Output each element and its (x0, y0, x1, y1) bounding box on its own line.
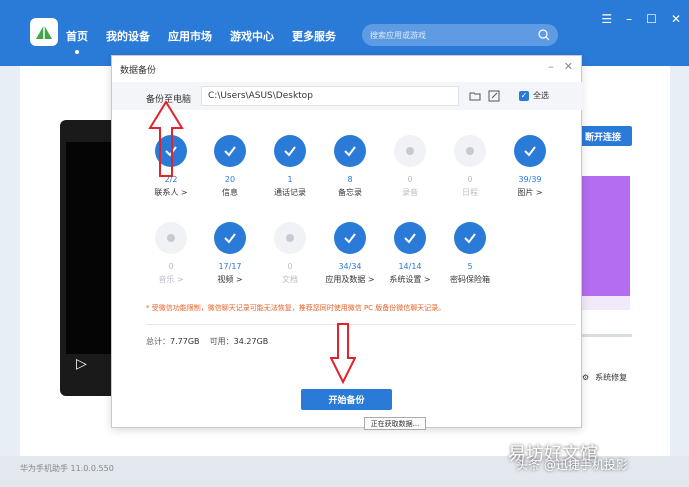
check-icon[interactable] (394, 222, 426, 254)
disabled-icon[interactable] (394, 135, 426, 167)
search-box (362, 24, 558, 46)
window-controls: ☰ – ☐ ✕ (601, 12, 681, 26)
backup-item[interactable]: 39/39 图片 > (495, 135, 565, 198)
disabled-icon[interactable] (454, 135, 486, 167)
wechat-notice: * 受微信功能限制，微信聊天记录可能无法恢复，推荐您同时使用微信 PC 版备份微… (146, 304, 446, 312)
search-icon[interactable] (538, 29, 550, 41)
menu-icon[interactable]: ☰ (601, 12, 612, 26)
nav-game-center[interactable]: 游戏中心 (230, 28, 274, 44)
minimize-icon[interactable]: – (626, 12, 632, 26)
search-input[interactable] (370, 30, 538, 40)
leaf-logo-icon (36, 25, 52, 39)
loading-tooltip: 正在获取数据... (364, 417, 426, 430)
backup-item[interactable]: 5 密码保险箱 (435, 222, 505, 285)
start-backup-button[interactable]: 开始备份 (301, 389, 392, 410)
disabled-icon[interactable] (155, 222, 187, 254)
disabled-icon[interactable] (274, 222, 306, 254)
check-icon[interactable] (214, 135, 246, 167)
watermark-source: 头条 @迅捷手机投影 (516, 458, 628, 472)
maximize-icon[interactable]: ☐ (646, 12, 657, 26)
nav-my-devices[interactable]: 我的设备 (106, 28, 150, 44)
system-repair[interactable]: ⚙ 系统修复 (582, 372, 627, 383)
check-icon[interactable] (274, 135, 306, 167)
check-icon[interactable] (334, 135, 366, 167)
item-count: 5 (467, 262, 473, 271)
item-name: 密码保险箱 (450, 275, 490, 284)
system-repair-label: 系统修复 (595, 373, 628, 382)
close-icon[interactable]: ✕ (671, 12, 681, 26)
divider (146, 324, 576, 325)
item-count: 39/39 (518, 175, 542, 184)
storage-total-label: 总计： (146, 337, 170, 346)
check-icon[interactable] (514, 135, 546, 167)
check-icon[interactable] (214, 222, 246, 254)
storage-total: 7.77GB (170, 337, 200, 346)
down-arrow-annotation (330, 323, 356, 384)
main-nav: 首页 我的设备 应用市场 游戏中心 更多服务 (66, 28, 336, 44)
up-arrow-annotation (148, 100, 184, 177)
play-icon[interactable]: ▷ (76, 356, 87, 372)
storage-info: 总计：7.77GB 可用：34.27GB (146, 336, 268, 347)
check-icon[interactable] (334, 222, 366, 254)
gear-icon: ⚙ (582, 373, 590, 382)
check-icon[interactable] (454, 222, 486, 254)
item-name: 图片 > (517, 188, 543, 197)
storage-available: 34.27GB (233, 337, 269, 346)
app-logo (30, 18, 58, 46)
storage-available-label: 可用： (209, 337, 234, 346)
nav-app-market[interactable]: 应用市场 (168, 28, 212, 44)
nav-more-services[interactable]: 更多服务 (292, 28, 336, 44)
nav-home[interactable]: 首页 (66, 28, 88, 44)
app-version: 华为手机助手 11.0.0.550 (20, 464, 114, 473)
